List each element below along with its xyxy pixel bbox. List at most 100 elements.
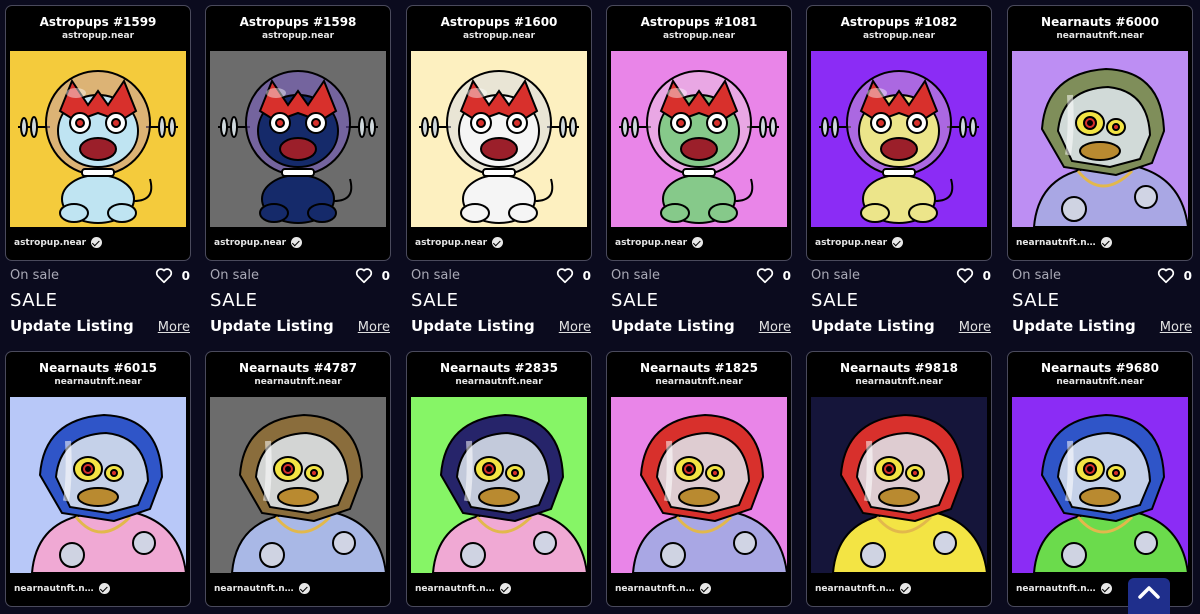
owner-name: astropup.near [415, 237, 488, 248]
owner-info[interactable]: nearnautnft.n… [615, 583, 711, 594]
update-listing-link[interactable]: Update Listing [411, 317, 535, 335]
like-count: 0 [782, 268, 791, 283]
update-listing-link[interactable]: Update Listing [10, 317, 134, 335]
nft-image[interactable] [210, 397, 386, 573]
owner-info[interactable]: astropup.near [615, 237, 704, 248]
update-listing-link[interactable]: Update Listing [1012, 317, 1136, 335]
nft-image[interactable] [411, 51, 587, 227]
owner-info[interactable]: nearnautnft.n… [415, 583, 511, 594]
owner-info[interactable]: astropup.near [14, 237, 103, 248]
more-link[interactable]: More [1160, 320, 1192, 335]
collection-contract: nearnautnft.near [1056, 31, 1144, 41]
owner-info[interactable]: nearnautnft.n… [214, 583, 310, 594]
nft-image[interactable] [611, 397, 787, 573]
sale-info: On sale 0 SALE Update Listing More [611, 267, 791, 337]
verified-check-icon [892, 237, 904, 248]
nft-card[interactable]: Nearnauts #4787 nearnautnft.near nearnautn… [205, 351, 391, 607]
more-link[interactable]: More [759, 320, 791, 335]
more-link[interactable]: More [158, 320, 190, 335]
nft-image[interactable] [811, 397, 987, 573]
heart-icon [956, 268, 973, 284]
nft-artwork [611, 51, 787, 227]
nft-card[interactable]: Astropups #1598 astropup.near astropup.nea… [205, 5, 391, 261]
owner-name: nearnautnft.n… [1016, 583, 1096, 594]
nft-card[interactable]: Nearnauts #6015 nearnautnft.near nearnautn… [5, 351, 191, 607]
heart-icon [1157, 268, 1174, 284]
verified-check-icon [499, 583, 511, 594]
scroll-to-top-button[interactable] [1128, 578, 1170, 614]
nft-title: Nearnauts #9818 [840, 361, 958, 375]
nft-image[interactable] [1012, 397, 1188, 573]
price-label: SALE [210, 290, 258, 311]
nft-image[interactable] [411, 397, 587, 573]
verified-check-icon [492, 237, 504, 248]
nft-artwork [811, 51, 987, 227]
nft-title: Astropups #1599 [39, 15, 157, 29]
owner-info[interactable]: astropup.near [214, 237, 303, 248]
sale-info: On sale 0 SALE Update Listing More [1012, 267, 1192, 337]
like-button[interactable]: 0 [756, 267, 791, 284]
owner-name: nearnautnft.n… [214, 583, 294, 594]
nft-artwork [611, 397, 787, 573]
update-listing-link[interactable]: Update Listing [210, 317, 334, 335]
owner-info[interactable]: nearnautnft.n… [1016, 237, 1112, 248]
sale-status: On sale [611, 268, 660, 283]
collection-contract: nearnautnft.near [455, 377, 543, 387]
nft-card[interactable]: Nearnauts #9818 nearnautnft.near nearnautn… [806, 351, 992, 607]
like-button[interactable]: 0 [355, 267, 390, 284]
nft-title: Nearnauts #6000 [1041, 15, 1159, 29]
more-link[interactable]: More [959, 320, 991, 335]
owner-info[interactable]: astropup.near [815, 237, 904, 248]
owner-info[interactable]: nearnautnft.n… [14, 583, 110, 594]
collection-contract: nearnautnft.near [655, 377, 743, 387]
owner-name: nearnautnft.n… [815, 583, 895, 594]
more-link[interactable]: More [358, 320, 390, 335]
nft-title: Astropups #1082 [840, 15, 958, 29]
owner-name: astropup.near [14, 237, 87, 248]
sale-status: On sale [811, 268, 860, 283]
like-button[interactable]: 0 [556, 267, 591, 284]
update-listing-link[interactable]: Update Listing [611, 317, 735, 335]
verified-check-icon [692, 237, 704, 248]
owner-name: nearnautnft.n… [1016, 237, 1096, 248]
nft-card[interactable]: Nearnauts #6000 nearnautnft.near nearnautn… [1007, 5, 1193, 261]
owner-name: nearnautnft.n… [415, 583, 495, 594]
owner-info[interactable]: nearnautnft.n… [815, 583, 911, 594]
like-button[interactable]: 0 [956, 267, 991, 284]
heart-icon [556, 268, 573, 284]
nft-image[interactable] [811, 51, 987, 227]
nft-card[interactable]: Nearnauts #1825 nearnautnft.near nearnautn… [606, 351, 792, 607]
owner-name: astropup.near [815, 237, 888, 248]
sale-status: On sale [10, 268, 59, 283]
nft-image[interactable] [10, 397, 186, 573]
update-listing-link[interactable]: Update Listing [811, 317, 935, 335]
nft-title: Nearnauts #9680 [1041, 361, 1159, 375]
nft-title: Nearnauts #2835 [440, 361, 558, 375]
nft-card[interactable]: Astropups #1081 astropup.near astropup.nea… [606, 5, 792, 261]
like-button[interactable]: 0 [1157, 267, 1192, 284]
like-count: 0 [381, 268, 390, 283]
owner-info[interactable]: nearnautnft.n… [1016, 583, 1112, 594]
nft-image[interactable] [10, 51, 186, 227]
nft-card[interactable]: Astropups #1082 astropup.near astropup.nea… [806, 5, 992, 261]
nft-image[interactable] [611, 51, 787, 227]
nft-card[interactable]: Nearnauts #2835 nearnautnft.near nearnautn… [406, 351, 592, 607]
verified-check-icon [1100, 583, 1112, 594]
collection-contract: nearnautnft.near [1056, 377, 1144, 387]
nft-card[interactable]: Astropups #1599 astropup.near astropup.nea… [5, 5, 191, 261]
nft-card[interactable]: Astropups #1600 astropup.near astropup.nea… [406, 5, 592, 261]
like-button[interactable]: 0 [155, 267, 190, 284]
price-label: SALE [811, 290, 859, 311]
chevron-up-icon [1138, 586, 1160, 599]
nft-image[interactable] [210, 51, 386, 227]
sale-info: On sale 0 SALE Update Listing More [210, 267, 390, 337]
heart-icon [756, 268, 773, 284]
more-link[interactable]: More [559, 320, 591, 335]
collection-contract: nearnautnft.near [855, 377, 943, 387]
nft-image[interactable] [1012, 51, 1188, 227]
heart-icon [355, 268, 372, 284]
nft-card[interactable]: Nearnauts #9680 nearnautnft.near nearnautn… [1007, 351, 1193, 607]
sale-status: On sale [1012, 268, 1061, 283]
owner-info[interactable]: astropup.near [415, 237, 504, 248]
verified-check-icon [699, 583, 711, 594]
